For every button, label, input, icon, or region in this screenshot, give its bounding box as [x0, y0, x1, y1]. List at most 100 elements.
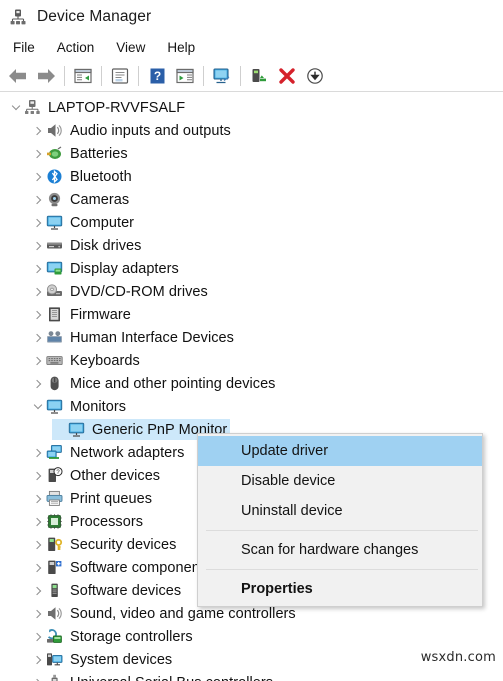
context-menu-item[interactable]: Properties [198, 574, 482, 604]
chevron-right-icon[interactable] [30, 441, 46, 464]
context-menu-item[interactable]: Uninstall device [198, 496, 482, 526]
tree-item-label: Software components [70, 559, 212, 576]
storage-controller-icon [46, 628, 63, 645]
chevron-right-icon[interactable] [30, 280, 46, 303]
tree-item[interactable]: Keyboards [0, 349, 503, 372]
tree-item[interactable]: Bluetooth [0, 165, 503, 188]
tree-item[interactable]: LAPTOP-RVVFSALF [0, 96, 503, 119]
disk-drive-icon [46, 237, 63, 254]
chevron-right-icon[interactable] [30, 556, 46, 579]
tree-item[interactable]: Monitors [0, 395, 503, 418]
chevron-right-icon[interactable] [30, 119, 46, 142]
tree-item[interactable]: Human Interface Devices [0, 326, 503, 349]
window-title: Device Manager [37, 8, 152, 25]
show-hide-action-pane-button[interactable] [171, 63, 199, 89]
tree-item-label: Human Interface Devices [70, 329, 234, 346]
tree-item[interactable]: Audio inputs and outputs [0, 119, 503, 142]
chevron-right-icon[interactable] [30, 349, 46, 372]
tree-item-label: Monitors [70, 398, 126, 415]
chevron-right-icon[interactable] [30, 211, 46, 234]
context-menu[interactable]: Update driver Disable device Uninstall dev… [197, 433, 483, 607]
menu-file[interactable]: File [8, 38, 46, 57]
chevron-right-icon[interactable] [30, 188, 46, 211]
monitor-icon [68, 421, 85, 438]
help-button[interactable]: ? [143, 63, 171, 89]
camera-icon [46, 191, 63, 208]
context-menu-item[interactable]: Scan for hardware changes [198, 535, 482, 565]
chevron-right-icon[interactable] [30, 234, 46, 257]
forward-button[interactable] [32, 63, 60, 89]
chevron-down-icon[interactable] [30, 395, 46, 418]
chevron-right-icon[interactable] [30, 579, 46, 602]
tree-item-label: Keyboards [70, 352, 140, 369]
usb-icon [46, 674, 63, 681]
show-hide-console-tree-button[interactable] [69, 63, 97, 89]
context-menu-item[interactable]: Disable device [198, 466, 482, 496]
tree-item[interactable]: Disk drives [0, 234, 503, 257]
toolbar-separator [240, 65, 241, 86]
optical-drive-icon [46, 283, 63, 300]
context-menu-separator [206, 530, 478, 531]
title-bar: Device Manager [0, 0, 503, 34]
hid-icon [46, 329, 63, 346]
chevron-right-icon[interactable] [30, 671, 46, 681]
chevron-right-icon[interactable] [30, 487, 46, 510]
menu-bar: File Action View Help [0, 34, 503, 60]
tree-item-label: Mice and other pointing devices [70, 375, 276, 392]
disable-device-button[interactable] [301, 63, 329, 89]
toolbar-separator [138, 65, 139, 86]
chevron-right-icon[interactable] [30, 464, 46, 487]
update-driver-button[interactable] [245, 63, 273, 89]
chevron-right-icon[interactable] [30, 326, 46, 349]
chevron-right-icon[interactable] [30, 303, 46, 326]
tree-item[interactable]: Batteries [0, 142, 503, 165]
menu-action[interactable]: Action [52, 38, 106, 57]
printer-icon [46, 490, 63, 507]
tree-item-label: Disk drives [70, 237, 142, 254]
bluetooth-icon [46, 168, 63, 185]
tree-item-label: Software devices [70, 582, 182, 599]
tree-item[interactable]: Firmware [0, 303, 503, 326]
tree-item[interactable]: Cameras [0, 188, 503, 211]
menu-help[interactable]: Help [162, 38, 206, 57]
svg-text:?: ? [153, 69, 160, 83]
chevron-right-icon[interactable] [30, 625, 46, 648]
speaker-icon [46, 122, 63, 139]
tree-item[interactable]: Universal Serial Bus controllers [0, 671, 503, 681]
display-adapter-icon [46, 260, 63, 277]
chevron-right-icon[interactable] [30, 510, 46, 533]
tree-item-label: Print queues [70, 490, 153, 507]
chevron-right-icon[interactable] [30, 648, 46, 671]
network-adapter-icon [46, 444, 63, 461]
tree-item[interactable]: Mice and other pointing devices [0, 372, 503, 395]
chevron-right-icon[interactable] [30, 372, 46, 395]
tree-item-label: Bluetooth [70, 168, 132, 185]
scan-for-hardware-changes-button[interactable] [208, 63, 236, 89]
chevron-right-icon[interactable] [30, 602, 46, 625]
tree-item[interactable]: Computer [0, 211, 503, 234]
context-menu-item[interactable]: Update driver [198, 436, 482, 466]
tree-item[interactable]: Display adapters [0, 257, 503, 280]
tree-item-label: System devices [70, 651, 173, 668]
toolbar-separator [203, 65, 204, 86]
uninstall-device-button[interactable] [273, 63, 301, 89]
device-manager-icon [9, 8, 27, 26]
tree-item[interactable]: DVD/CD-ROM drives [0, 280, 503, 303]
software-device-icon [46, 582, 63, 599]
toolbar: ? [0, 60, 503, 92]
tree-item-label: Sound, video and game controllers [70, 605, 296, 622]
other-device-icon: ? [46, 467, 63, 484]
tree-item[interactable]: Storage controllers [0, 625, 503, 648]
tree-item-label: Security devices [70, 536, 177, 553]
monitor-icon [46, 214, 63, 231]
chevron-right-icon[interactable] [30, 165, 46, 188]
back-button[interactable] [4, 63, 32, 89]
menu-view[interactable]: View [111, 38, 156, 57]
chevron-right-icon[interactable] [30, 142, 46, 165]
watermark: wsxdn.com [420, 650, 496, 665]
properties-button[interactable] [106, 63, 134, 89]
chevron-right-icon[interactable] [30, 533, 46, 556]
chevron-right-icon[interactable] [30, 257, 46, 280]
tree-item-label: Cameras [70, 191, 130, 208]
chevron-down-icon[interactable] [8, 96, 24, 119]
